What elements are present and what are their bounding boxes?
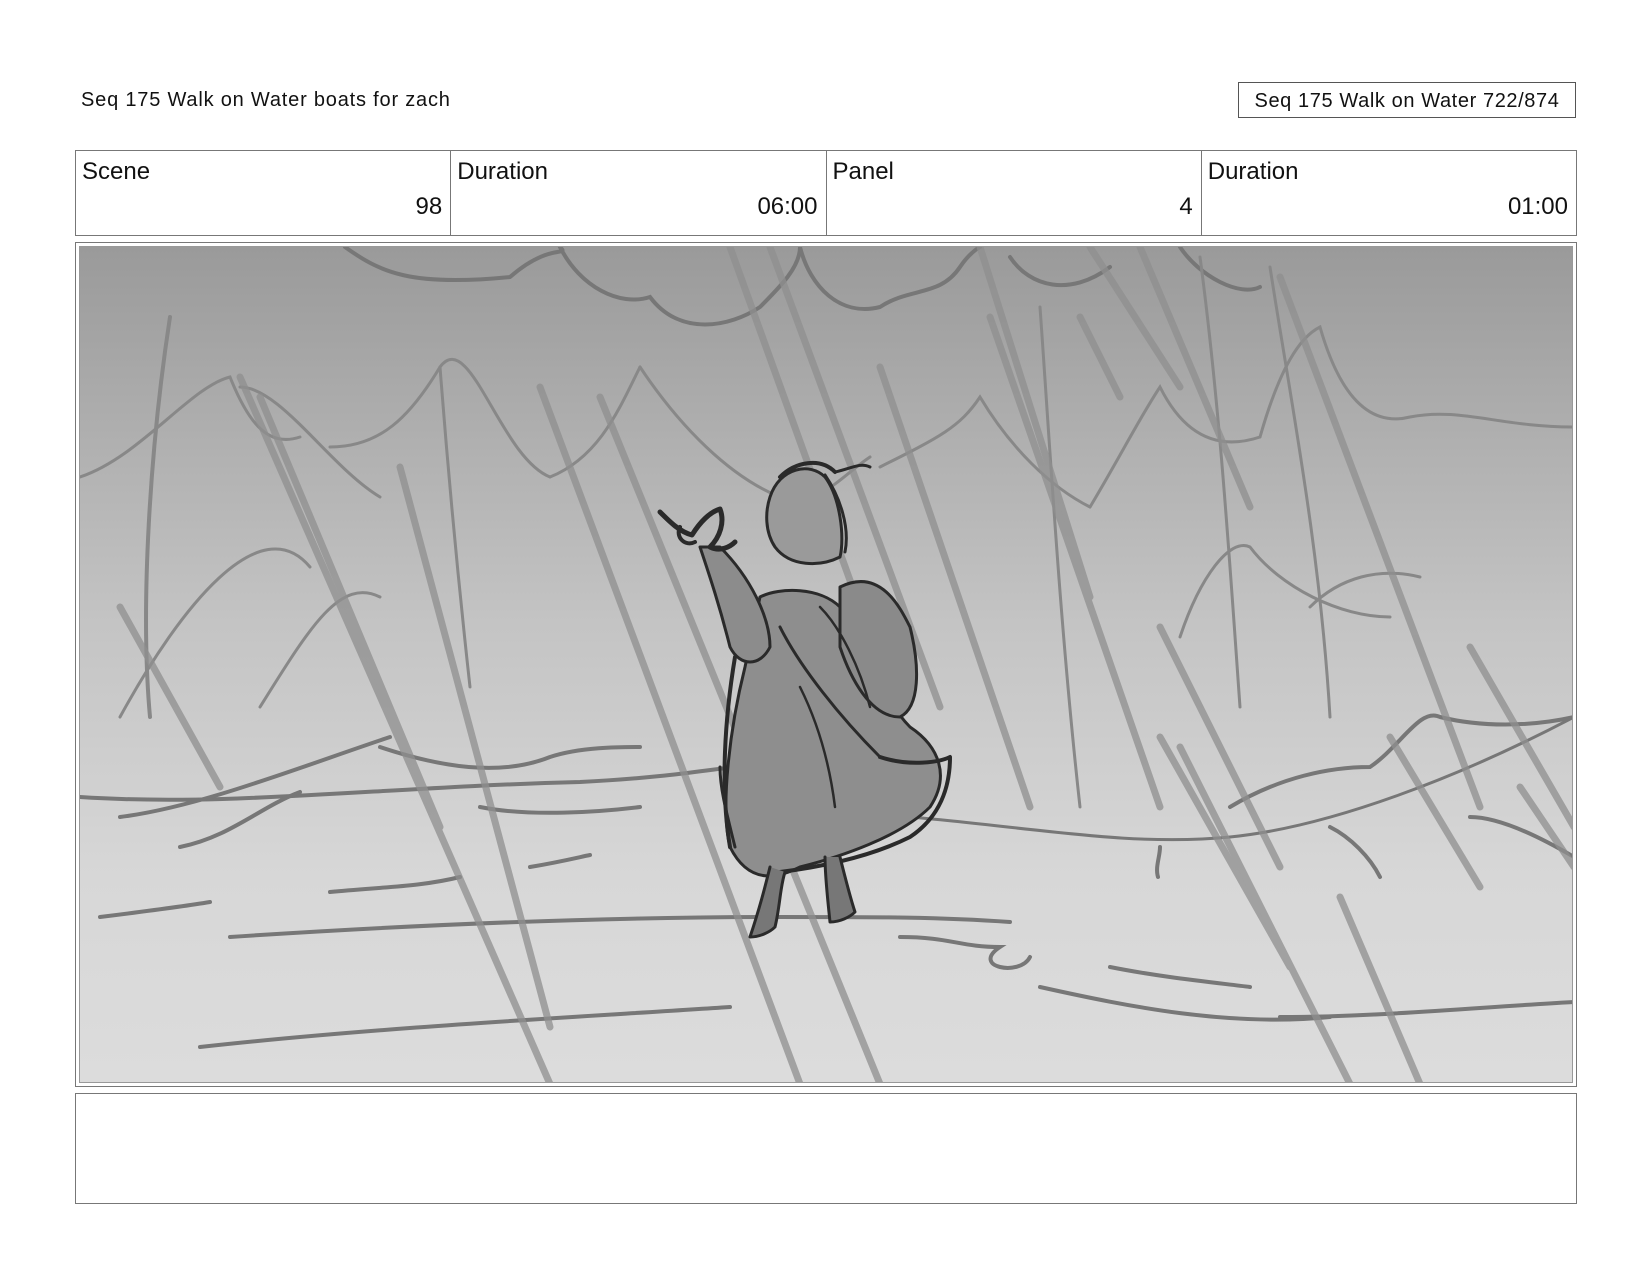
page-counter: Seq 175 Walk on Water 722/874	[1238, 82, 1576, 118]
scene-duration-value: 06:00	[757, 193, 818, 220]
notes-box	[75, 1093, 1577, 1204]
panel-value: 4	[1179, 193, 1193, 220]
sequence-title: Seq 175 Walk on Water boats for zach	[81, 89, 451, 111]
panel-duration-label: Duration	[1207, 158, 1299, 185]
panel-cell: Panel 4	[827, 151, 1202, 235]
scene-info-table: Scene 98 Duration 06:00 Panel 4 Duration…	[75, 150, 1577, 236]
storyboard-drawing	[79, 246, 1573, 1083]
panel-duration-cell: Duration 01:00	[1202, 151, 1576, 235]
scene-label: Scene	[82, 158, 151, 185]
panel-duration-value: 01:00	[1507, 193, 1568, 220]
scene-duration-label: Duration	[457, 158, 548, 185]
scene-duration-cell: Duration 06:00	[451, 151, 827, 235]
scene-cell: Scene 98	[76, 151, 452, 235]
panel-label: Panel	[832, 158, 894, 185]
scene-value: 98	[415, 193, 443, 220]
